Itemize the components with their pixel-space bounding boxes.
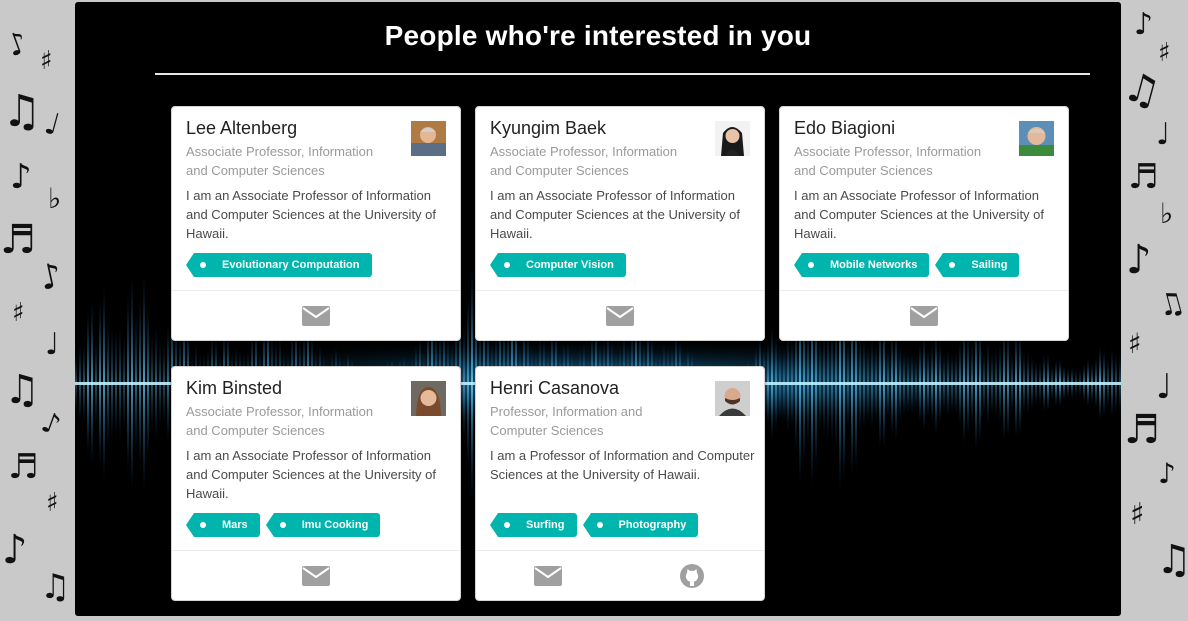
avatar bbox=[715, 121, 750, 156]
avatar bbox=[411, 121, 446, 156]
music-notes-background-left: ♪ ♯ ♫ ♩ ♪ ♭ ♬ ♪ ♯ ♩ ♫ ♪ ♬ ♯ ♪ ♫ bbox=[0, 24, 71, 607]
envelope-icon bbox=[302, 305, 330, 326]
avatar bbox=[715, 381, 750, 416]
profile-bio: I am an Associate Professor of Informati… bbox=[186, 188, 437, 241]
interest-tag[interactable]: Computer Vision bbox=[490, 253, 626, 277]
github-button[interactable] bbox=[620, 551, 764, 600]
email-button[interactable] bbox=[476, 291, 764, 340]
github-icon bbox=[680, 563, 704, 588]
profile-name[interactable]: Kim Binsted bbox=[186, 378, 282, 399]
email-button[interactable] bbox=[172, 551, 460, 600]
interest-tag[interactable]: Evolutionary Computation bbox=[186, 253, 372, 277]
card-actions bbox=[780, 290, 1068, 340]
interest-tag[interactable]: Imu Cooking bbox=[265, 513, 381, 537]
card-actions bbox=[172, 290, 460, 340]
main-panel: People who're interested in you Lee Alte… bbox=[75, 2, 1121, 616]
interest-tag[interactable]: Photography bbox=[582, 513, 699, 537]
envelope-icon bbox=[910, 305, 938, 326]
envelope-icon bbox=[302, 565, 330, 586]
envelope-icon bbox=[606, 305, 634, 326]
email-button[interactable] bbox=[476, 551, 620, 600]
profile-card: Lee Altenberg Associate Professor, Infor… bbox=[171, 106, 461, 341]
profile-card: Edo Biagioni Associate Professor, Inform… bbox=[779, 106, 1069, 341]
profile-bio: I am a Professor of Information and Comp… bbox=[490, 448, 755, 482]
interest-tags: Evolutionary Computation bbox=[186, 253, 372, 277]
profile-name[interactable]: Kyungim Baek bbox=[490, 118, 606, 139]
profile-bio: I am an Associate Professor of Informati… bbox=[794, 188, 1045, 241]
avatar bbox=[411, 381, 446, 416]
interest-tag[interactable]: Sailing bbox=[935, 253, 1020, 277]
card-actions bbox=[172, 550, 460, 600]
title-divider bbox=[155, 73, 1090, 75]
profile-card: Henri Casanova Professor, Information an… bbox=[475, 366, 765, 601]
profile-position: Associate Professor, Information and Com… bbox=[490, 144, 678, 178]
profile-position: Associate Professor, Information and Com… bbox=[186, 404, 374, 438]
email-button[interactable] bbox=[780, 291, 1068, 340]
profile-card: Kim Binsted Associate Professor, Informa… bbox=[171, 366, 461, 601]
profile-position: Associate Professor, Information and Com… bbox=[186, 144, 374, 178]
profile-name[interactable]: Lee Altenberg bbox=[186, 118, 297, 139]
profile-position: Professor, Information and Computer Scie… bbox=[490, 404, 643, 438]
profile-name[interactable]: Edo Biagioni bbox=[794, 118, 895, 139]
email-button[interactable] bbox=[172, 291, 460, 340]
profile-position: Associate Professor, Information and Com… bbox=[794, 144, 982, 178]
page-title: People who're interested in you bbox=[384, 20, 812, 51]
interest-tag[interactable]: Surfing bbox=[490, 513, 577, 537]
interest-tag[interactable]: Mars bbox=[186, 513, 260, 537]
profile-name[interactable]: Henri Casanova bbox=[490, 378, 619, 399]
interest-tags: Surfing Photography bbox=[490, 513, 699, 537]
profile-card: Kyungim Baek Associate Professor, Inform… bbox=[475, 106, 765, 341]
envelope-icon bbox=[534, 565, 562, 586]
profile-bio: I am an Associate Professor of Informati… bbox=[186, 448, 437, 501]
interest-tags: Mars Imu Cooking bbox=[186, 513, 381, 537]
music-notes-background-right: ♪ ♯ ♫ ♩ ♬ ♭ ♪ ♫ ♯ ♩ ♬ ♪ ♯ ♫ bbox=[1120, 7, 1188, 583]
card-actions bbox=[476, 290, 764, 340]
profile-bio: I am an Associate Professor of Informati… bbox=[490, 188, 741, 241]
interest-tags: Mobile Networks Sailing bbox=[793, 253, 1020, 277]
interest-tags: Computer Vision bbox=[490, 253, 626, 277]
card-actions bbox=[476, 550, 764, 600]
avatar bbox=[1019, 121, 1054, 156]
interest-tag[interactable]: Mobile Networks bbox=[793, 253, 930, 277]
